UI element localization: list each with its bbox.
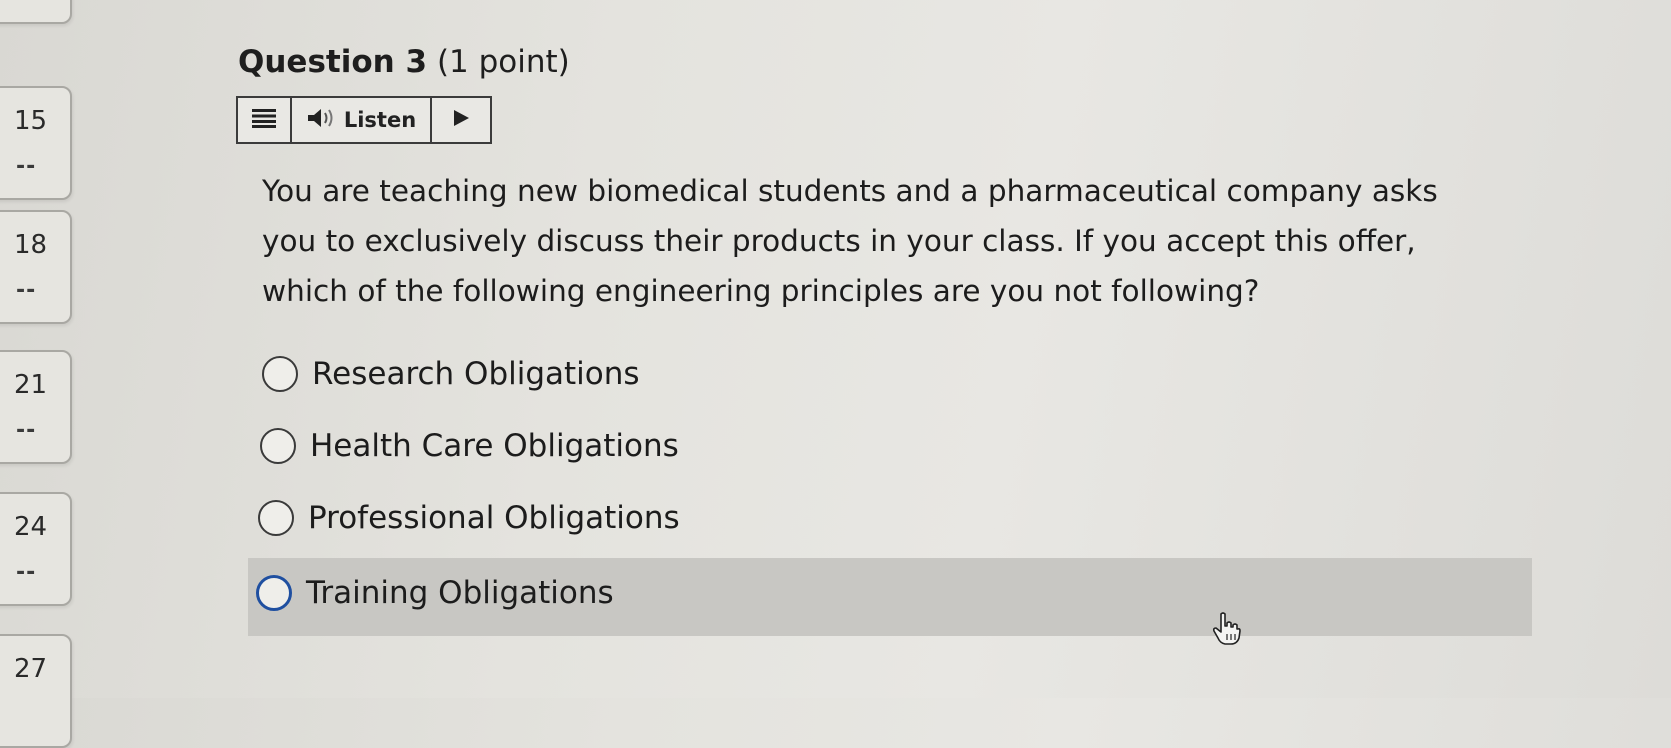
question-number: Question 3 <box>238 44 428 80</box>
option-training-obligations[interactable]: Training Obligations <box>256 575 614 611</box>
radio-button[interactable] <box>256 575 292 611</box>
radio-button[interactable] <box>262 356 298 392</box>
hand-pointer-cursor-icon <box>1212 612 1242 650</box>
nav-item-27[interactable]: 27 <box>0 634 72 748</box>
question-text: You are teaching new biomedical students… <box>262 174 1438 308</box>
nav-item-number: 27 <box>14 654 48 684</box>
listen-label: Listen <box>343 108 417 132</box>
nav-item-status: -- <box>16 154 37 179</box>
nav-item-status: -- <box>16 418 37 443</box>
option-label: Health Care Obligations <box>310 428 679 464</box>
play-icon <box>452 109 470 131</box>
nav-item-status: -- <box>16 560 37 585</box>
toolbar-menu-button[interactable] <box>238 98 292 142</box>
option-label: Research Obligations <box>312 356 640 392</box>
nav-item-24[interactable]: 24 -- <box>0 492 72 606</box>
radio-button[interactable] <box>258 500 294 536</box>
nav-item-15[interactable]: 15 -- <box>0 86 72 200</box>
nav-item-number: 21 <box>14 370 48 400</box>
nav-item-status: -- <box>16 0 36 3</box>
nav-item-status: -- <box>16 278 37 303</box>
radio-button[interactable] <box>260 428 296 464</box>
nav-item-number: 24 <box>14 512 48 542</box>
play-button[interactable] <box>432 98 490 142</box>
nav-item-number: 15 <box>14 106 48 136</box>
option-health-care-obligations[interactable]: Health Care Obligations <box>260 428 679 464</box>
hamburger-menu-icon <box>252 108 276 132</box>
option-professional-obligations[interactable]: Professional Obligations <box>258 500 680 536</box>
listen-button[interactable]: Listen <box>292 98 432 142</box>
nav-item-21[interactable]: 21 -- <box>0 350 72 464</box>
nav-item-12[interactable]: 12 -- <box>0 0 72 24</box>
read-aloud-toolbar: Listen <box>236 96 492 144</box>
option-label: Professional Obligations <box>308 500 680 536</box>
nav-item-18[interactable]: 18 -- <box>0 210 72 324</box>
nav-item-number: 18 <box>14 230 48 260</box>
option-label: Training Obligations <box>306 575 614 611</box>
speaker-icon <box>306 107 336 134</box>
option-research-obligations[interactable]: Research Obligations <box>262 356 640 392</box>
question-title: Question 3 (1 point) <box>238 44 570 80</box>
question-points: (1 point) <box>436 44 570 80</box>
